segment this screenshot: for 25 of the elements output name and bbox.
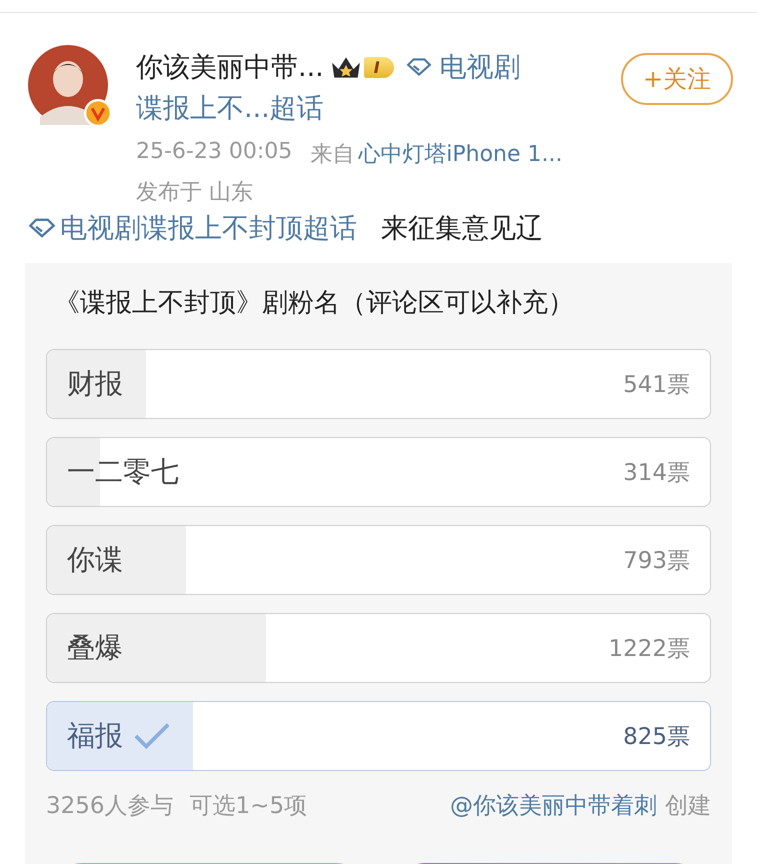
poll-title: 《谍报上不封顶》剧粉名（评论区可以补充） <box>53 287 575 320</box>
creator-label: 创建 <box>665 792 711 820</box>
source-label: 来自 <box>310 141 354 169</box>
poll-option[interactable]: 财报 541票 <box>46 349 711 419</box>
creator-link[interactable]: @你该美丽中带着刺 <box>450 790 657 820</box>
poll-option[interactable]: 一二零七 314票 <box>46 437 711 507</box>
source-link[interactable]: 心中灯塔iPhone 1... <box>358 139 562 169</box>
post-text: 来征集意见辽 <box>381 212 543 246</box>
topic-link[interactable]: 谍报上不...超话 <box>136 89 621 129</box>
topic-link[interactable]: 电视剧谍报上不封顶超话 <box>60 210 357 246</box>
poll-option[interactable]: 福报 825票 <box>46 701 711 771</box>
participant-count: 3256人参与 <box>46 792 174 820</box>
author-name[interactable]: 你该美丽中带... <box>136 49 324 85</box>
check-icon <box>133 721 171 751</box>
diamond-icon <box>28 217 56 239</box>
topic-link[interactable]: 电视剧 <box>440 49 521 85</box>
verified-icon <box>84 99 112 127</box>
avatar[interactable] <box>28 45 108 125</box>
poll-option[interactable]: 你谍 793票 <box>46 525 711 595</box>
poll-option[interactable]: 叠爆 1222票 <box>46 613 711 683</box>
post-location: 发布于 山东 <box>136 179 254 207</box>
diamond-icon <box>406 57 432 77</box>
choice-rule: 可选1~5项 <box>190 792 308 820</box>
post-time: 25-6-23 00:05 <box>136 139 292 166</box>
member-badge: I <box>364 56 394 78</box>
